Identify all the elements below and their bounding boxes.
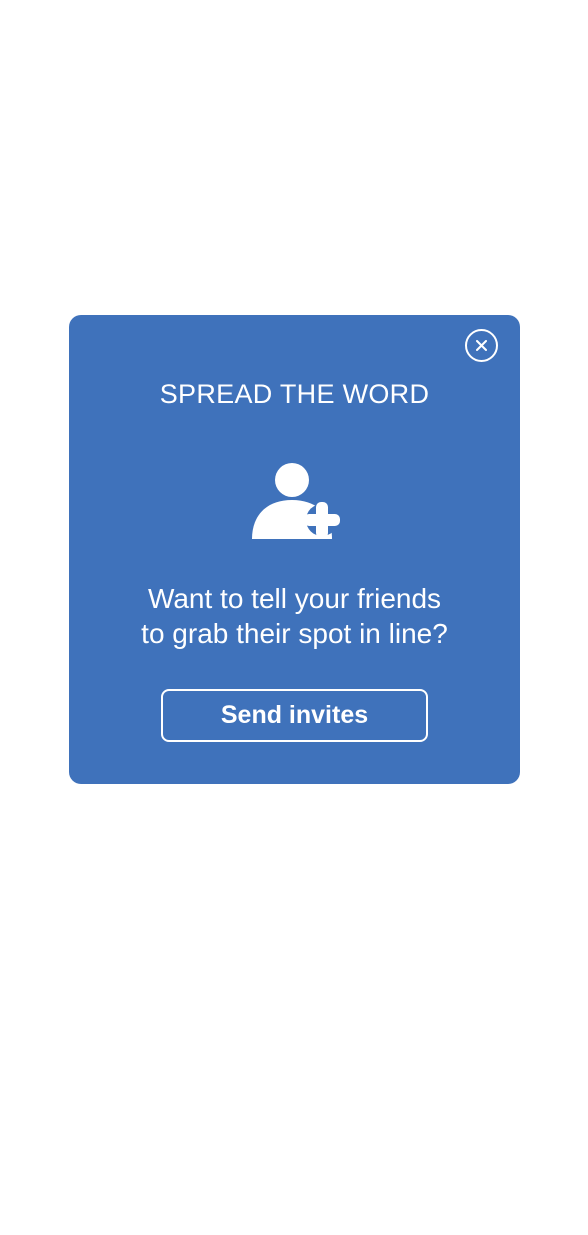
invite-modal: SPREAD THE WORD Want to tell your friend… xyxy=(69,315,520,784)
close-button[interactable] xyxy=(465,329,498,362)
message-line-1: Want to tell your friends xyxy=(147,583,442,614)
invite-message: Want to tell your friends to grab their … xyxy=(69,581,520,651)
close-icon xyxy=(476,340,487,351)
send-invites-button[interactable]: Send invites xyxy=(161,689,428,742)
message-line-2: to grab their spot in line? xyxy=(141,618,448,649)
modal-title: SPREAD THE WORD xyxy=(159,379,430,409)
add-user-icon xyxy=(252,463,340,539)
